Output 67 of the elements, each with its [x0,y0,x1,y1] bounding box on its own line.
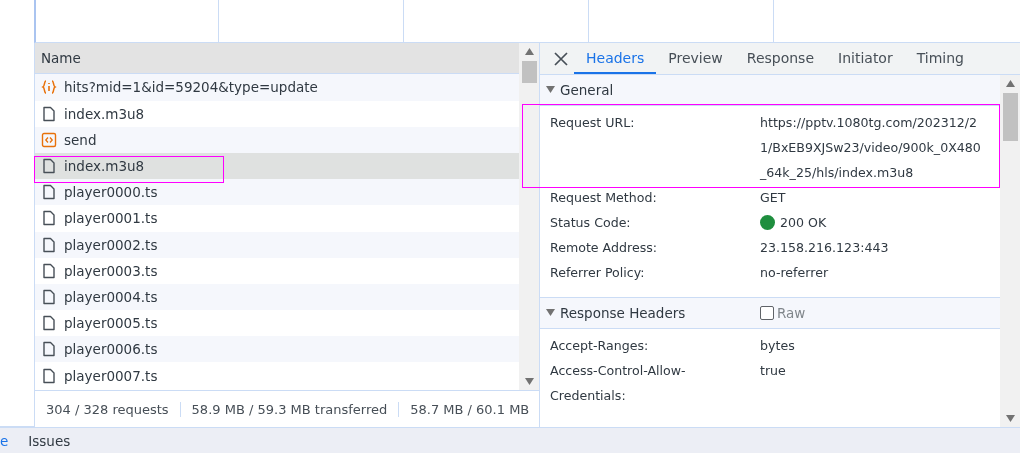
header-value: bytes [760,337,795,356]
drawer-tab[interactable]: e [0,432,9,449]
braces-icon [41,79,57,96]
scroll-down-icon[interactable] [524,378,534,387]
raw-checkbox[interactable] [760,306,774,321]
request-row[interactable]: player0004.ts [35,283,519,311]
tab[interactable]: Preview [656,43,735,75]
header-value: 200 OK [780,214,827,233]
document-icon [41,262,57,279]
header-name: Request URL: [550,114,636,133]
document-icon [41,236,57,253]
scrollbar-thumb[interactable] [521,61,537,84]
document-icon [41,341,57,358]
scrollbar-thumb[interactable] [1002,93,1018,142]
request-name: player0007.ts [64,367,158,384]
request-name: hits?mid=1&id=59204&type=update [64,79,318,96]
request-name: player0003.ts [64,262,158,279]
request-row[interactable]: player0000.ts [35,179,519,206]
summary-text: 304 / 328 requests [45,401,170,417]
document-icon [41,315,57,332]
scroll-down-icon[interactable] [1005,415,1015,424]
header-name: Status Code: [550,214,632,233]
code-icon [41,131,57,148]
drawer-tab[interactable]: Issues [28,432,71,449]
tab[interactable]: Initiator [826,43,905,75]
request-name: player0002.ts [64,236,158,253]
header-name: Access-Control-Allow- Credentials: [550,362,687,406]
section-title[interactable]: General [560,82,614,99]
request-name: player0004.ts [64,288,158,305]
tab[interactable]: Timing [904,43,976,75]
request-name: index.m3u8 [64,158,145,175]
document-icon [41,210,57,227]
document-icon [41,158,57,175]
request-name: player0001.ts [64,210,158,227]
summary-text: 58.9 MB / 59.3 MB transferred [179,401,399,417]
header-value: 23.158.216.123:443 [760,239,889,258]
document-icon [41,184,57,201]
section-title[interactable]: Response Headers [560,305,686,322]
request-row[interactable]: player0002.ts [35,231,519,258]
request-row[interactable]: hits?mid=1&id=59204&type=update [35,74,519,101]
request-row[interactable]: player0006.ts [35,336,519,363]
checkbox-label: Raw [777,305,806,322]
tab[interactable]: Response [734,43,827,75]
header-name: Accept-Ranges: [550,337,650,356]
document-icon [41,105,57,122]
header-value: GET [760,189,786,208]
request-row[interactable]: send [35,126,519,153]
expand-triangle-icon[interactable] [546,309,555,318]
document-icon [41,367,57,384]
header-value: https://pptv.1080tg.com/202312/2 1/BxEB9XJSw23/video/900k_0X480 _64k_25/hls/index.m3u8 [760,114,981,183]
column-header[interactable]: Name [35,43,519,75]
summary-text: 58.7 MB / 60.1 MB [398,401,539,417]
header-name: Referrer Policy: [550,264,646,283]
close-icon[interactable] [554,51,568,66]
header-name: Remote Address: [550,239,658,258]
request-name: index.m3u8 [64,105,145,122]
header-value: true [760,362,786,381]
request-name: player0006.ts [64,341,158,358]
header-value: no-referrer [760,264,829,283]
document-icon [41,288,57,305]
request-name: player0005.ts [64,315,158,332]
request-name: player0000.ts [64,184,158,201]
request-name: send [64,131,97,148]
scroll-up-icon[interactable] [1005,79,1015,88]
scroll-up-icon[interactable] [524,47,534,56]
header-name: Request Method: [550,189,658,208]
expand-triangle-icon[interactable] [546,86,555,95]
